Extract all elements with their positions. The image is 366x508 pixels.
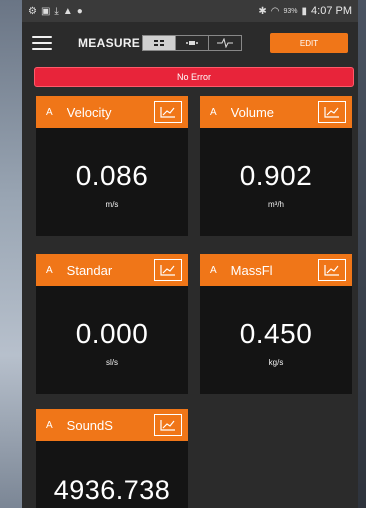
tile-value: 0.000 <box>75 318 149 349</box>
measurement-tile[interactable]: A Velocity 0.086 m/s <box>36 96 188 236</box>
measurement-tile[interactable]: A MassFl 0.450 kg/s <box>200 254 352 394</box>
tile-badge: A <box>210 264 217 276</box>
tile-name: SoundS <box>66 417 113 433</box>
wifi-settings-icon: ⚙ <box>28 5 37 17</box>
tile-value: 0.902 <box>239 160 313 191</box>
tile-header: A MassFl <box>200 254 352 286</box>
chart-icon[interactable] <box>318 259 346 281</box>
tile-unit: m/s <box>105 200 119 209</box>
gallery-icon: ▣ <box>40 5 51 17</box>
tile-unit: kg/s <box>268 358 284 367</box>
alert-icon: ▲ <box>62 5 73 17</box>
circle-icon: ● <box>76 5 83 17</box>
list-view-icon[interactable] <box>176 36 210 50</box>
tile-badge: A <box>210 106 217 118</box>
tile-name: Volume <box>230 104 275 120</box>
device-bezel-left <box>0 0 22 508</box>
tile-name: MassFl <box>230 262 273 278</box>
status-bar: ⚙ ▣ ⤓ ▲ ● ✱ ◠ 93% ▮ 4:07 PM <box>22 0 358 22</box>
measurement-tile[interactable]: A SoundS 4936.738 <box>36 409 188 508</box>
tile-value: 4936.738 <box>53 475 171 505</box>
measurement-tile[interactable]: A Standar 0.000 sl/s <box>36 254 188 394</box>
download-icon: ⤓ <box>54 5 59 17</box>
device-bezel-right <box>358 0 366 508</box>
tile-header: A Standar <box>36 254 188 286</box>
tile-value: 0.450 <box>239 318 313 349</box>
tile-name: Standar <box>66 262 113 278</box>
grid-view-icon[interactable] <box>143 36 177 50</box>
tile-value: 0.086 <box>75 160 149 191</box>
chart-icon[interactable] <box>154 414 182 436</box>
chart-icon[interactable] <box>154 259 182 281</box>
view-mode-tabs <box>142 35 243 51</box>
tile-header: A SoundS <box>36 409 188 441</box>
status-clock: 4:07 PM <box>311 5 352 17</box>
battery-icon: ▮ <box>301 5 308 17</box>
tile-header: A Velocity <box>36 96 188 128</box>
tile-unit: m³/h <box>268 200 284 209</box>
edit-button[interactable]: EDIT <box>270 33 348 53</box>
status-bar-left: ⚙ ▣ ⤓ ▲ ● <box>28 6 83 17</box>
status-bar-right: ✱ ◠ 93% ▮ 4:07 PM <box>258 5 352 17</box>
wifi-icon: ◠ <box>270 5 280 17</box>
battery-percent: 93% <box>283 7 298 15</box>
status-banner: No Error <box>34 67 354 87</box>
chart-icon[interactable] <box>154 101 182 123</box>
page-title: MEASURE <box>78 36 141 50</box>
measurement-tile[interactable]: A Volume 0.902 m³/h <box>200 96 352 236</box>
menu-icon[interactable] <box>32 36 52 50</box>
chart-icon[interactable] <box>318 101 346 123</box>
tile-badge: A <box>46 106 53 118</box>
bluetooth-icon: ✱ <box>258 5 267 17</box>
tile-badge: A <box>46 419 53 431</box>
toolbar: MEASURE EDIT <box>22 22 358 64</box>
tile-unit: sl/s <box>106 358 118 367</box>
tile-name: Velocity <box>66 104 112 120</box>
waveform-view-icon[interactable] <box>209 36 241 50</box>
tile-badge: A <box>46 264 53 276</box>
tile-header: A Volume <box>200 96 352 128</box>
